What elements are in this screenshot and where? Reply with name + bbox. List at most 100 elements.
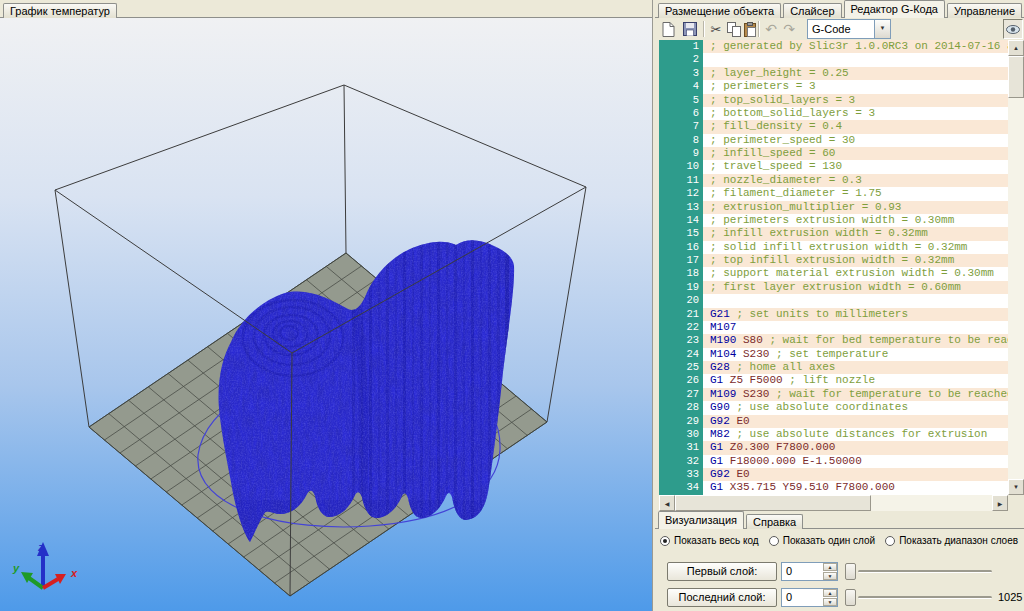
code-line[interactable] (703, 294, 1008, 307)
code-line[interactable]: ; fill_density = 0.4 (703, 120, 1008, 133)
visualization-panel: Визуализация Справка Показать весь код По… (655, 511, 1024, 611)
gcode-editor[interactable]: 1234567891011121314151617181920212223242… (659, 40, 1008, 495)
tab-slicer[interactable]: Слайсер (783, 3, 841, 18)
code-line[interactable]: G92 E0 (703, 415, 1008, 428)
radio-option-1[interactable]: Показать один слой (769, 535, 875, 546)
code-line[interactable]: ; filament_diameter = 1.75 (703, 187, 1008, 200)
save-button[interactable] (681, 20, 699, 38)
code-line[interactable]: ; first layer extrusion width = 0.60mm (703, 281, 1008, 294)
dropdown-arrow-icon[interactable]: ▼ (874, 20, 890, 38)
code-line[interactable]: ; solid infill extrusion width = 0.32mm (703, 241, 1008, 254)
first-layer-spinner[interactable]: 0 ▲ ▼ (781, 562, 838, 581)
code-segment: G1 (710, 374, 723, 386)
code-segment: S230 (736, 348, 769, 360)
code-segment: ; use absolute coordinates (730, 401, 908, 413)
cut-button[interactable]: ✂ (707, 20, 725, 38)
last-layer-button[interactable]: Последний слой: (667, 588, 777, 607)
tab-gcode-editor[interactable]: Редактор G-Кода (844, 0, 945, 18)
code-line[interactable]: G1 Z0.300 F7800.000 (703, 441, 1008, 454)
code-segment: ; extrusion_multiplier = 0.93 (710, 201, 901, 213)
code-segment: ; generated by Slic3r 1.0.0RC3 on 2014-0… (710, 40, 1008, 52)
code-segment: ; infill_speed = 60 (710, 147, 835, 159)
scroll-left-button[interactable]: ◀ (659, 495, 675, 511)
code-segment: ; lift nozzle (783, 374, 875, 386)
horizontal-scroll-thumb[interactable] (675, 495, 871, 511)
code-line[interactable]: ; perimeter_speed = 30 (703, 134, 1008, 147)
spin-up-icon[interactable]: ▲ (823, 589, 837, 597)
code-line[interactable]: G21 ; set units to millimeters (703, 308, 1008, 321)
code-line[interactable]: G1 F18000.000 E-1.50000 (703, 455, 1008, 468)
gcode-text-area[interactable]: ; generated by Slic3r 1.0.0RC3 on 2014-0… (703, 40, 1008, 495)
line-number: 30 (659, 428, 703, 441)
radio-icon[interactable] (885, 536, 895, 546)
last-layer-value: 0 (786, 591, 792, 603)
code-segment: ; infill extrusion width = 0.32mm (710, 227, 928, 239)
radio-icon[interactable] (769, 536, 779, 546)
tab-help[interactable]: Справка (746, 514, 803, 529)
code-line[interactable]: ; generated by Slic3r 1.0.0RC3 on 2014-0… (703, 40, 1008, 53)
code-line[interactable] (703, 53, 1008, 66)
code-line[interactable]: ; infill_speed = 60 (703, 147, 1008, 160)
new-file-button[interactable] (659, 20, 677, 38)
gcode-type-dropdown[interactable]: G-Code ▼ (807, 19, 891, 39)
paste-button[interactable] (741, 20, 759, 38)
code-line[interactable]: G28 ; home all axes (703, 361, 1008, 374)
code-line[interactable]: ; extrusion_multiplier = 0.93 (703, 201, 1008, 214)
code-line[interactable]: M107 (703, 321, 1008, 334)
last-layer-slider-thumb[interactable] (845, 589, 856, 606)
spin-down-icon[interactable]: ▼ (823, 572, 837, 580)
code-line[interactable]: M109 S230 ; wait for temperature to be r… (703, 388, 1008, 401)
code-line[interactable]: ; top infill extrusion width = 0.32mm (703, 254, 1008, 267)
tab-object-placement[interactable]: Размещение объекта (658, 3, 781, 18)
code-segment: ; set units to millimeters (730, 308, 908, 320)
line-number: 13 (659, 201, 703, 214)
code-line[interactable]: ; bottom_solid_layers = 3 (703, 107, 1008, 120)
code-segment: M109 (710, 388, 736, 400)
tab-visualization[interactable]: Визуализация (658, 511, 744, 529)
first-layer-value: 0 (786, 565, 792, 577)
code-line[interactable]: ; perimeters extrusion width = 0.30mm (703, 214, 1008, 227)
code-line[interactable]: M82 ; use absolute distances for extrusi… (703, 428, 1008, 441)
code-line[interactable]: ; nozzle_diameter = 0.3 (703, 174, 1008, 187)
spin-down-icon[interactable]: ▼ (823, 598, 837, 606)
editor-horizontal-scrollbar[interactable]: ◀ ▶ (659, 495, 1008, 511)
tab-temperature-graph[interactable]: График температур (3, 3, 117, 18)
first-layer-slider-track[interactable] (858, 570, 992, 573)
redo-button[interactable]: ↷ (780, 20, 798, 38)
code-segment: Z5 F5000 (723, 374, 782, 386)
vertical-scroll-thumb[interactable] (1008, 56, 1024, 98)
first-layer-button[interactable]: Первый слой: (667, 562, 777, 581)
spin-up-icon[interactable]: ▲ (823, 563, 837, 571)
scroll-up-button[interactable]: ▲ (1008, 40, 1024, 56)
code-line[interactable]: ; travel_speed = 130 (703, 160, 1008, 173)
code-line[interactable]: M104 S230 ; set temperature (703, 348, 1008, 361)
3d-viewport[interactable]: z y x (0, 18, 652, 611)
code-segment: G1 (710, 455, 723, 467)
code-segment: ; nozzle_diameter = 0.3 (710, 174, 862, 186)
scroll-down-button[interactable]: ▼ (1008, 479, 1024, 495)
code-line[interactable]: ; top_solid_layers = 3 (703, 94, 1008, 107)
last-layer-slider-track[interactable] (858, 596, 992, 599)
editor-vertical-scrollbar[interactable]: ▲ ▼ (1008, 40, 1024, 495)
code-line[interactable]: ; layer_height = 0.25 (703, 67, 1008, 80)
code-line[interactable]: ; perimeters = 3 (703, 80, 1008, 93)
first-layer-slider-thumb[interactable] (845, 563, 856, 580)
code-line[interactable]: G90 ; use absolute coordinates (703, 401, 1008, 414)
code-line[interactable]: ; infill extrusion width = 0.32mm (703, 227, 1008, 240)
tab-control[interactable]: Управление (947, 3, 1022, 18)
eye-toggle-button[interactable] (1003, 19, 1023, 39)
code-line[interactable]: G1 X35.715 Y59.510 F7800.000 (703, 481, 1008, 494)
code-line[interactable]: G1 Z5 F5000 ; lift nozzle (703, 374, 1008, 387)
scroll-right-button[interactable]: ▶ (992, 495, 1008, 511)
radio-option-0[interactable]: Показать весь код (660, 535, 759, 546)
code-segment: F18000.000 E-1.50000 (723, 455, 862, 467)
last-layer-spinner[interactable]: 0 ▲ ▼ (781, 588, 838, 607)
undo-button[interactable]: ↶ (762, 20, 780, 38)
radio-option-2[interactable]: Показать диапазон слоев (885, 535, 1018, 546)
code-line[interactable]: ; support material extrusion width = 0.3… (703, 267, 1008, 280)
line-number: 7 (659, 120, 703, 133)
radio-icon[interactable] (660, 536, 670, 546)
code-line[interactable]: G92 E0 (703, 468, 1008, 481)
line-number: 9 (659, 147, 703, 160)
code-line[interactable]: M190 S80 ; wait for bed temperature to b… (703, 334, 1008, 347)
